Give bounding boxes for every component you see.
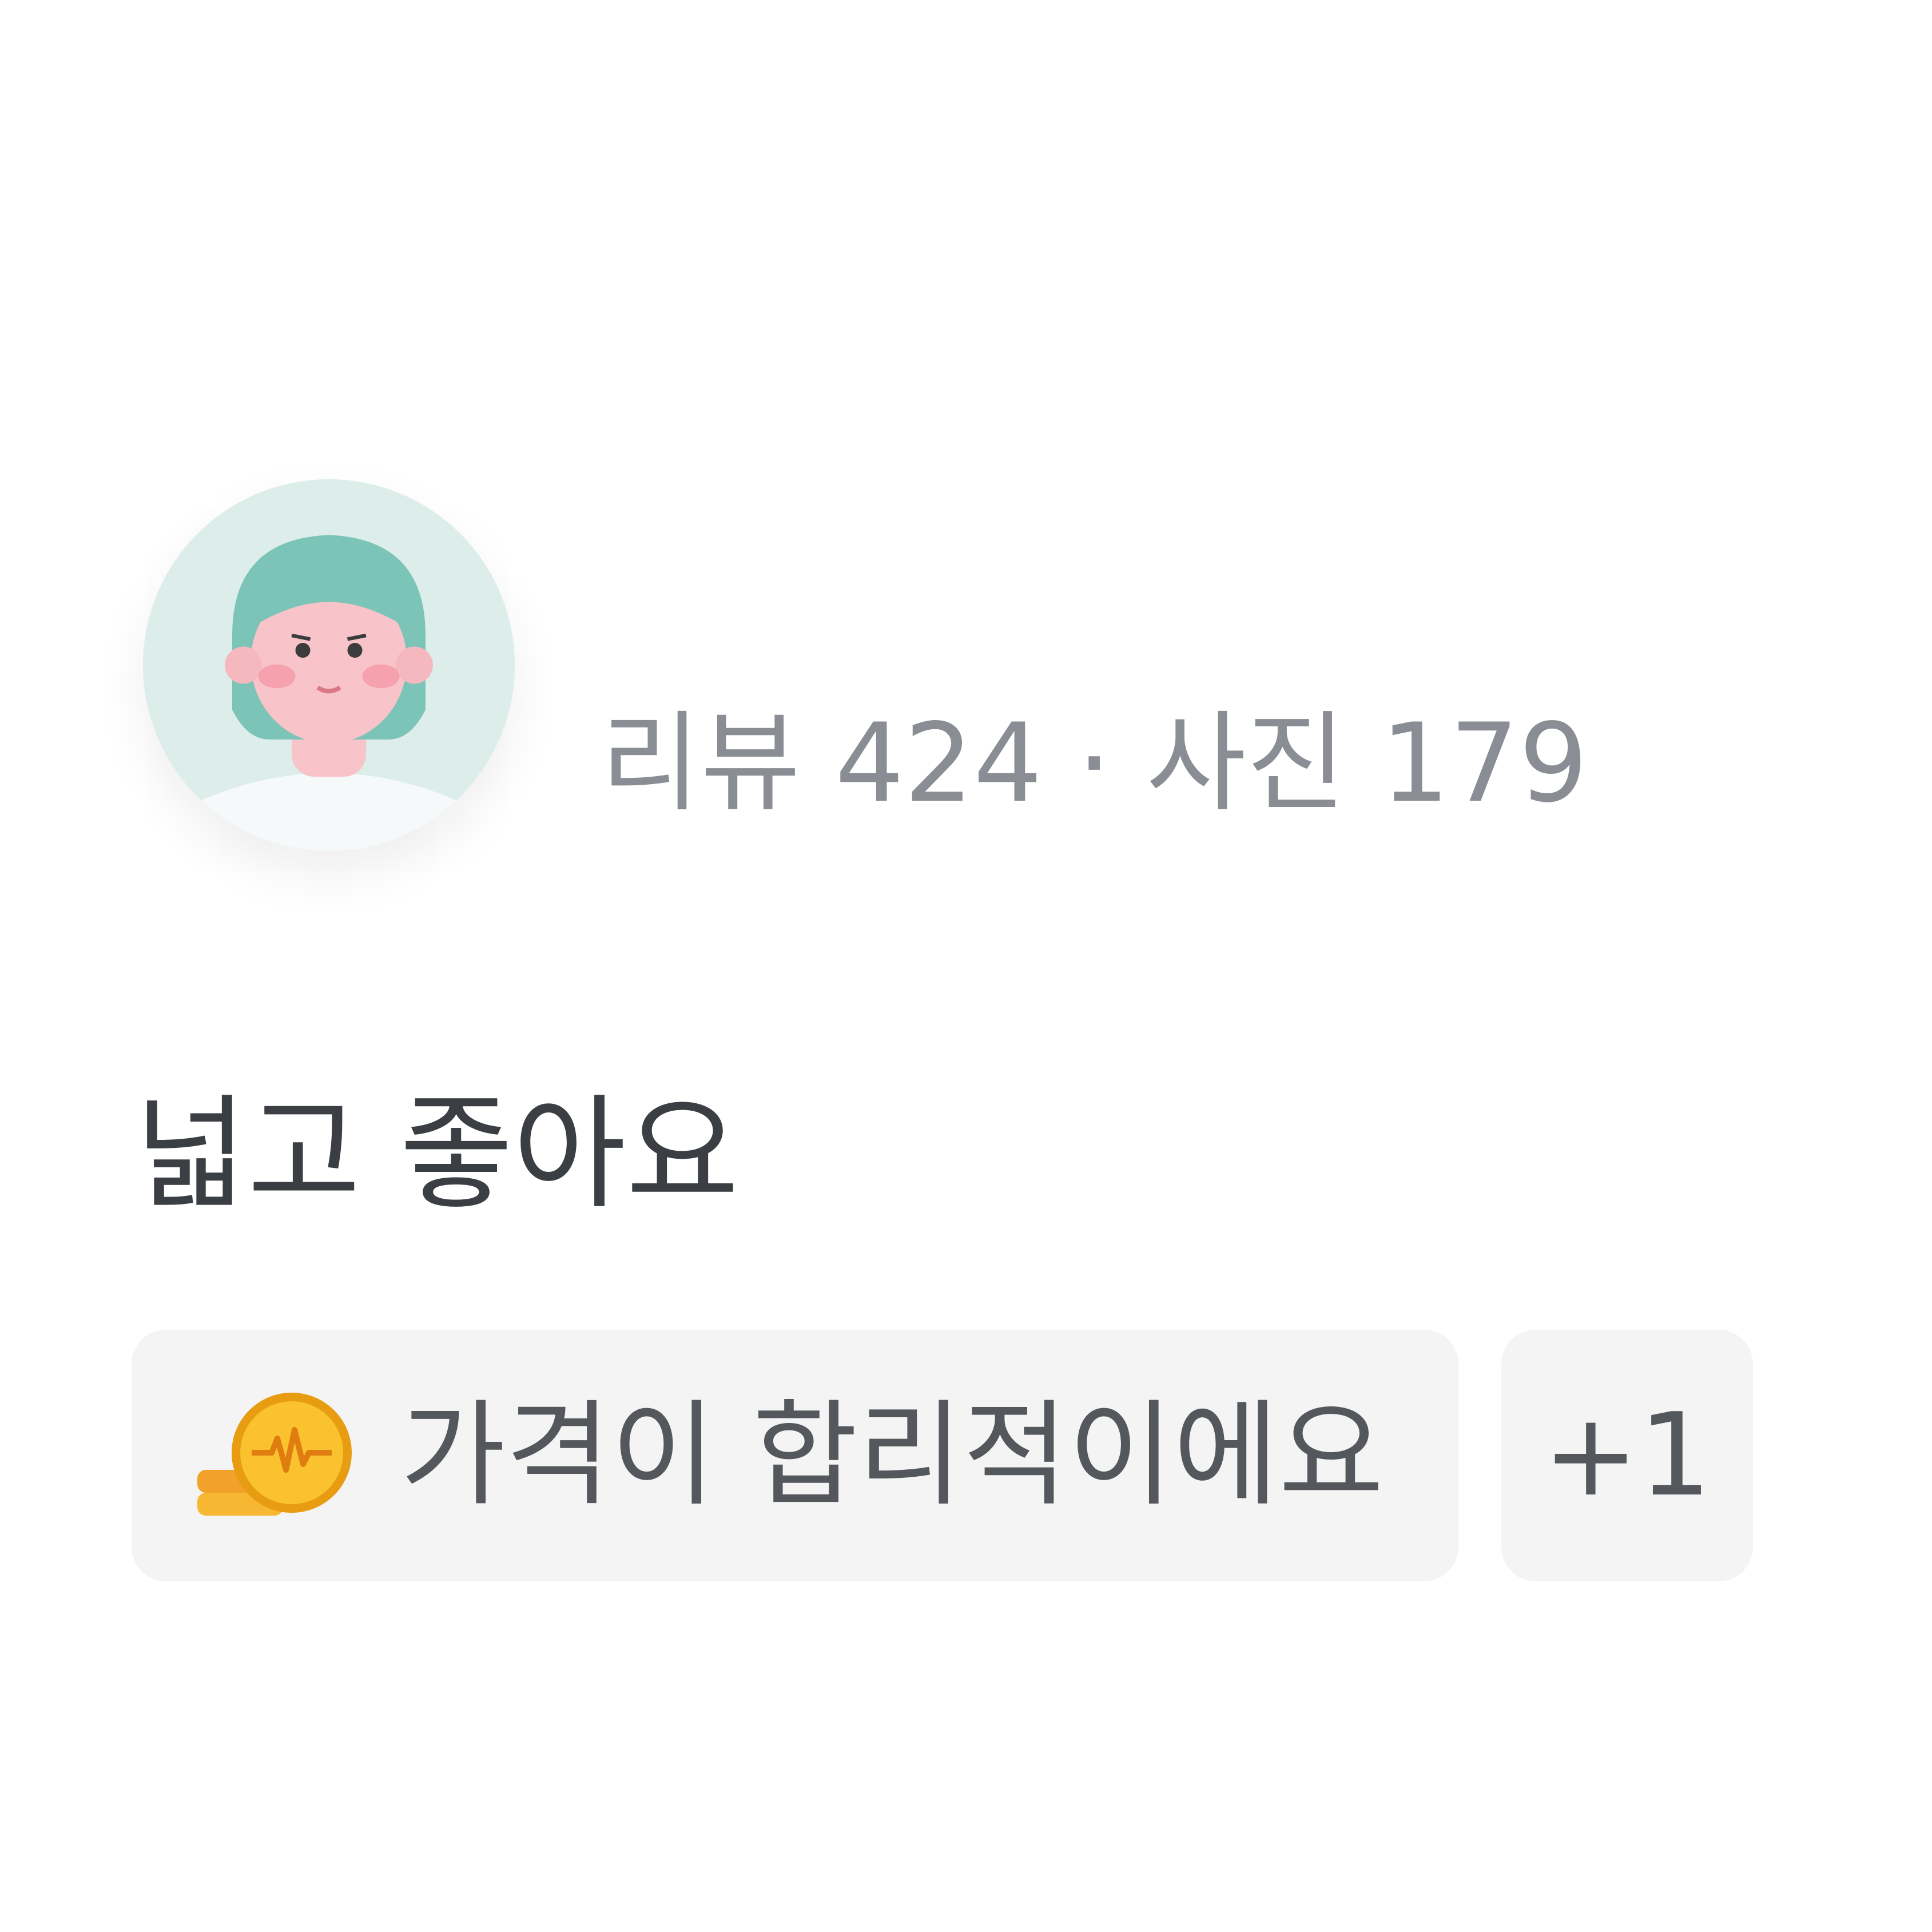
tags-row: 가격이 합리적이에요 +1 (132, 1330, 1753, 1581)
tag-label: 가격이 합리적이에요 (400, 1389, 1384, 1522)
tag-chip-price[interactable]: 가격이 합리적이에요 (132, 1330, 1458, 1581)
coin-icon (194, 1390, 360, 1521)
review-card: 리뷰 424 · 사진 179 넓고 좋아요 가격이 합리적이에요 +1 (0, 0, 1932, 1932)
avatar[interactable] (143, 479, 515, 851)
more-tags-button[interactable]: +1 (1501, 1330, 1753, 1581)
author-stats: 리뷰 424 · 사진 179 (601, 700, 1588, 826)
person-avatar-icon (143, 479, 515, 851)
review-text: 넓고 좋아요 (134, 1082, 740, 1226)
author-row: 리뷰 424 · 사진 179 (132, 475, 1619, 864)
more-tags-label: +1 (1543, 1389, 1712, 1522)
